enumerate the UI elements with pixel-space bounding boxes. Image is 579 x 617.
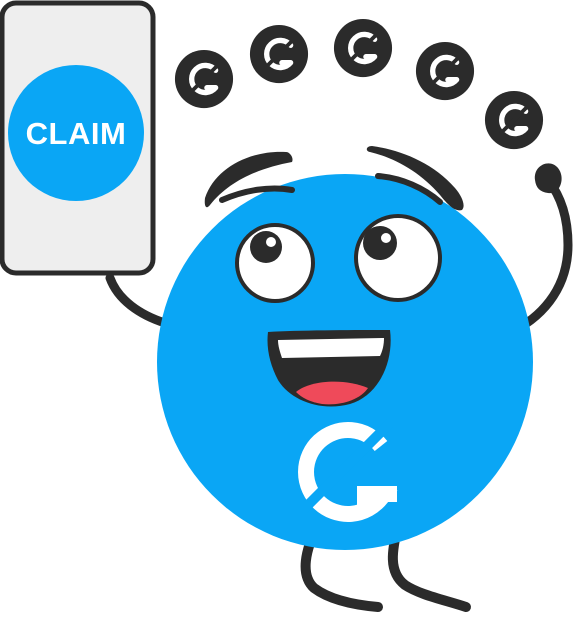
mascot-left-arm	[105, 273, 170, 328]
illustration-canvas: CLAIM	[0, 0, 573, 612]
coin-g-logo-icon	[250, 25, 308, 83]
mascot-right-hand	[534, 163, 562, 194]
coin-g-logo-icon	[334, 19, 392, 77]
mascot-right-eye	[354, 214, 442, 302]
coin-arc	[175, 19, 543, 149]
claim-button[interactable]: CLAIM	[8, 65, 144, 201]
claim-button-label[interactable]: CLAIM	[26, 116, 127, 151]
mascot-left-eye	[235, 223, 315, 303]
coin-g-logo-icon	[485, 91, 543, 149]
coin-g-logo-icon	[416, 42, 474, 100]
claim-illustration: CLAIM	[0, 0, 579, 617]
coin-g-logo-icon	[175, 50, 233, 108]
